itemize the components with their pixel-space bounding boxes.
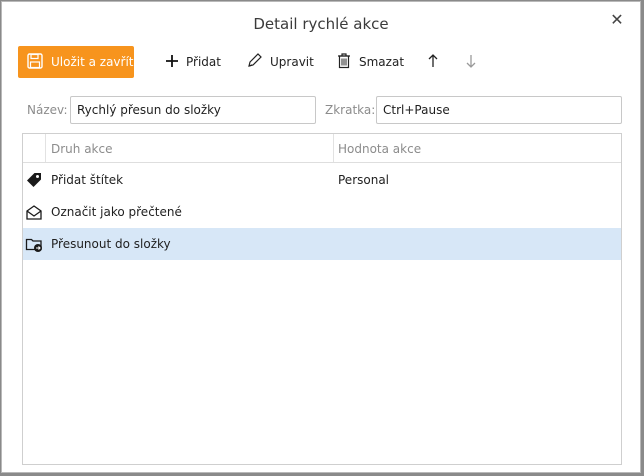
- save-and-close-button[interactable]: Uložit a zavřít: [18, 46, 134, 78]
- row-action: Přesunout do složky: [51, 237, 171, 251]
- arrow-down-icon: [464, 53, 478, 72]
- arrow-up-icon: [426, 53, 440, 72]
- row-action: Přidat štítek: [51, 173, 124, 187]
- pencil-icon: [246, 52, 263, 72]
- table-row[interactable]: Přesunout do složky: [23, 228, 621, 260]
- shortcut-input[interactable]: Ctrl+Pause: [376, 96, 622, 124]
- table-row[interactable]: Přidat štítek Personal: [23, 164, 621, 196]
- table-row[interactable]: Označit jako přečtené: [23, 196, 621, 228]
- edit-label: Upravit: [270, 55, 314, 69]
- edit-button[interactable]: Upravit: [246, 46, 314, 78]
- table-header: Druh akce Hodnota akce: [23, 134, 621, 163]
- column-divider: [333, 134, 334, 162]
- add-button[interactable]: Přidat: [165, 46, 221, 78]
- column-divider: [45, 134, 46, 162]
- row-action: Označit jako přečtené: [51, 205, 182, 219]
- close-icon[interactable]: ✕: [608, 11, 626, 29]
- actions-table: Druh akce Hodnota akce Přidat štítek Per…: [22, 133, 622, 465]
- shortcut-label: Zkratka:: [325, 103, 376, 117]
- column-header-action-value[interactable]: Hodnota akce: [338, 142, 421, 156]
- quick-action-dialog: Detail rychlé akce ✕ Uložit a zavřít Při…: [1, 1, 641, 473]
- form-row: Název: Rychlý přesun do složky Zkratka: …: [27, 96, 622, 124]
- name-label: Název:: [27, 103, 68, 117]
- plus-icon: [165, 54, 179, 71]
- add-label: Přidat: [186, 55, 221, 69]
- save-and-close-label: Uložit a zavřít: [51, 55, 134, 69]
- move-up-button[interactable]: [426, 46, 440, 78]
- folder-move-icon: [25, 235, 43, 253]
- delete-label: Smazat: [359, 55, 405, 69]
- name-input[interactable]: Rychlý přesun do složky: [70, 96, 316, 124]
- column-header-action-type[interactable]: Druh akce: [51, 142, 112, 156]
- toolbar: Uložit a zavřít Přidat Upravit Smazat: [18, 46, 624, 78]
- tag-icon: [25, 171, 43, 189]
- save-icon: [26, 52, 44, 73]
- dialog-title: Detail rychlé akce: [253, 15, 389, 33]
- delete-button[interactable]: Smazat: [336, 46, 404, 78]
- envelope-open-icon: [25, 203, 43, 221]
- trash-icon: [336, 52, 352, 72]
- row-value: Personal: [338, 173, 390, 187]
- move-down-button[interactable]: [464, 46, 478, 78]
